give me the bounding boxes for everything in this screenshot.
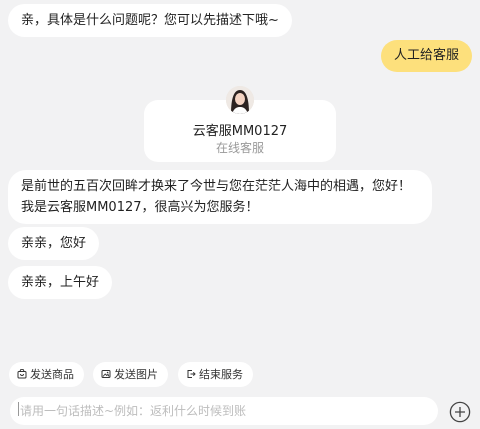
message-text: 人工给客服	[393, 48, 459, 63]
agent-status: 在线客服	[215, 141, 264, 155]
exit-icon	[186, 363, 196, 378]
chip-label: 发送商品	[30, 368, 74, 381]
chip-label: 结束服务	[199, 368, 243, 381]
chip-label: 发送图片	[114, 368, 158, 381]
image-icon	[101, 363, 111, 378]
message-text: 亲亲，上午好	[21, 275, 100, 290]
message-bubble-agent: 亲亲，您好	[8, 227, 100, 260]
shop-bag-icon	[17, 363, 27, 379]
message-bubble-agent: 是前世的五百次回眸才换来了今世与您在茫茫人海中的相遇，您好！我是云客服MM012…	[8, 170, 432, 224]
agent-avatar	[226, 86, 254, 114]
add-more-button[interactable]	[449, 401, 471, 423]
plus-circle-icon	[449, 401, 471, 423]
message-input-wrapper	[10, 397, 438, 425]
message-input[interactable]	[10, 397, 438, 425]
message-bubble-user: 人工给客服	[380, 40, 472, 72]
quick-action-bar: 发送商品 发送图片 结束服务	[0, 362, 480, 388]
message-bubble-agent: 亲亲，上午好	[8, 266, 113, 299]
message-text: 亲，具体是什么问题呢？您可以先描述下哦~	[21, 13, 279, 28]
text-caret	[18, 402, 19, 416]
send-product-button[interactable]: 发送商品	[9, 362, 84, 387]
end-service-button[interactable]: 结束服务	[178, 362, 253, 387]
send-image-button[interactable]: 发送图片	[93, 362, 168, 387]
chat-area: 亲，具体是什么问题呢？您可以先描述下哦~ 人工给客服 云客服MM0127 在线客…	[0, 0, 480, 358]
agent-name: 云客服MM0127	[192, 124, 288, 139]
message-text: 亲亲，您好	[21, 236, 87, 251]
input-bar	[0, 393, 480, 429]
message-text: 是前世的五百次回眸才换来了今世与您在茫茫人海中的相遇，您好！我是云客服MM012…	[21, 179, 412, 215]
message-bubble-agent: 亲，具体是什么问题呢？您可以先描述下哦~	[8, 4, 292, 37]
